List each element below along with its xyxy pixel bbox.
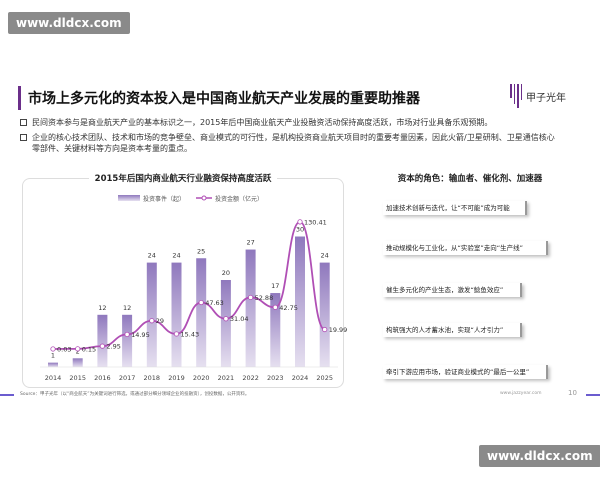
x-tick-label: 2025 [316,374,333,382]
site-url: www.jazzyear.com [500,391,542,396]
line-value-label: 31.04 [230,315,249,323]
x-tick-label: 2018 [144,374,161,382]
bar [146,262,157,367]
combo-chart: 投资事件（起）投资金额（亿元）1201422015122016122017242… [40,195,348,382]
line-value-label: 14.95 [131,331,150,339]
bar [48,362,58,367]
bar [196,258,207,367]
bar-value-label: 12 [123,304,131,312]
line-value-label: 52.88 [255,294,274,302]
bar [122,314,133,367]
line-point [99,343,106,349]
role-card: 推动规模化与工业化，从“实验室”走向“生产线” [383,241,548,255]
line-point [322,326,328,333]
role-card: 牵引下游应用市场，验证商业模式的“最后一公里” [383,365,548,379]
legend-bar-swatch [118,195,140,201]
source-note: Source：甲子光年（以“商业航天”为关键词进行筛选，或通过部分细分领域企业的… [20,392,250,397]
footer-accent [586,394,600,396]
role-card: 加速技术创新与迭代，让“不可能”成为可能 [383,201,527,215]
line-value-label: 0.03 [57,345,71,353]
line-point [272,304,278,310]
line-value-label: 130.41 [304,218,327,226]
bar-value-label: 17 [271,282,279,290]
line-point [223,316,229,322]
bar [319,262,330,367]
line-value-label: 0.15 [82,345,96,353]
roles-title: 资本的角色：输血者、催化剂、加速器 [397,174,543,184]
line-value-label: 42.75 [279,304,298,312]
bar-value-label: 27 [246,239,254,247]
x-tick-label: 2016 [94,374,111,382]
bar-value-label: 24 [321,252,329,260]
line-value-label: 47.63 [205,299,224,307]
line-value-label: 15.43 [181,330,200,338]
x-tick-label: 2024 [292,374,309,382]
line-value-label: 29 [156,317,164,325]
x-tick-label: 2017 [119,374,136,382]
bar [72,358,83,367]
bar-value-label: 25 [197,247,205,255]
line-point [248,294,254,301]
role-card: 构筑强大的人才蓄水池，实现“人才引力” [383,323,522,337]
bar [97,314,108,367]
legend-label: 投资金额（亿元） [215,195,263,203]
line-value-label: 2.95 [106,343,120,351]
line-point [124,331,130,338]
footer-accent [0,394,14,396]
line-point [198,299,204,306]
bar-value-label: 1 [51,352,55,360]
line-value-label: 19.99 [329,326,348,334]
x-tick-label: 2023 [267,374,284,382]
x-tick-label: 2022 [242,374,259,382]
bar-value-label: 24 [172,252,180,260]
x-tick-label: 2021 [218,374,235,382]
bar [245,249,256,367]
legend-marker [201,195,207,201]
x-tick-label: 2020 [193,374,210,382]
bar-value-label: 30 [296,226,304,234]
line-point [50,346,56,352]
bar [220,280,231,367]
page-number: 10 [568,389,577,397]
bar-value-label: 20 [222,269,230,277]
bar [171,262,182,367]
x-tick-label: 2014 [45,374,62,382]
x-tick-label: 2019 [168,374,185,382]
line-point [75,346,81,352]
role-card: 催生多元化的产业生态，激发“鲶鱼效应” [383,283,522,297]
bar-value-label: 12 [98,304,106,312]
bar-value-label: 24 [148,252,156,260]
x-tick-label: 2015 [69,374,86,382]
legend-label: 投资事件（起） [143,195,185,203]
line-point [173,331,180,337]
line-point [297,219,303,225]
line-point [149,318,155,324]
bar [295,236,305,367]
